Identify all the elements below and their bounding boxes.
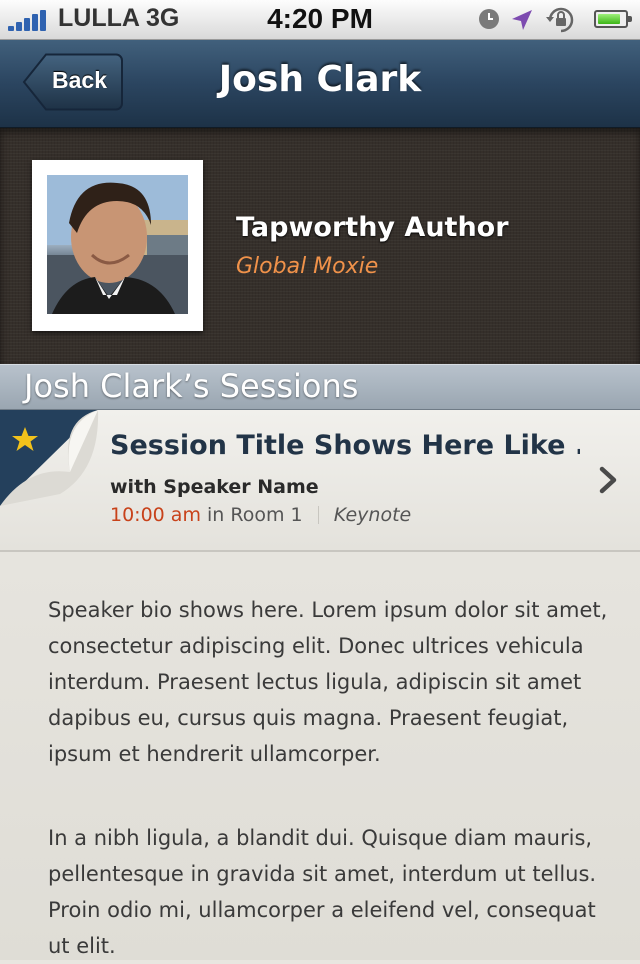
page-title: Josh Clark	[218, 59, 422, 100]
battery-icon	[594, 10, 632, 28]
speaker-bio: Speaker bio shows here. Lorem ipsum dolo…	[0, 552, 640, 960]
rotation-lock-icon	[546, 7, 574, 33]
session-room: in Room 1	[207, 504, 303, 526]
speaker-title: Tapworthy Author	[236, 212, 509, 243]
session-title: Session Title Shows Here Like ...	[110, 430, 580, 461]
chevron-right-icon	[599, 466, 617, 494]
bio-paragraph: In a nibh ligula, a blandit dui. Quisque…	[48, 826, 597, 958]
speaker-portrait-image	[47, 175, 188, 314]
session-speaker: with Speaker Name	[110, 476, 319, 498]
profile-header: Tapworthy Author Global Moxie	[0, 128, 640, 364]
session-meta: 10:00 am in Room 1 Keynote	[110, 504, 411, 526]
session-time: 10:00 am	[110, 504, 201, 526]
sessions-section-header: Josh Clark’s Sessions	[0, 364, 640, 410]
session-row[interactable]: Session Title Shows Here Like ... with S…	[0, 410, 640, 552]
meta-divider	[317, 506, 319, 524]
session-type: Keynote	[333, 504, 412, 526]
location-arrow-icon	[512, 10, 532, 30]
bio-paragraph: Speaker bio shows here. Lorem ipsum dolo…	[48, 598, 608, 766]
speaker-photo	[47, 175, 188, 314]
navigation-bar: Back Josh Clark	[0, 40, 640, 128]
status-bar: LULLA 3G 4:20 PM	[0, 0, 640, 40]
clock-icon	[479, 9, 499, 29]
speaker-photo-frame	[32, 160, 203, 331]
sessions-section-title: Josh Clark’s Sessions	[24, 367, 359, 405]
speaker-organization: Global Moxie	[236, 254, 379, 279]
favorite-star-icon[interactable]	[0, 410, 100, 510]
